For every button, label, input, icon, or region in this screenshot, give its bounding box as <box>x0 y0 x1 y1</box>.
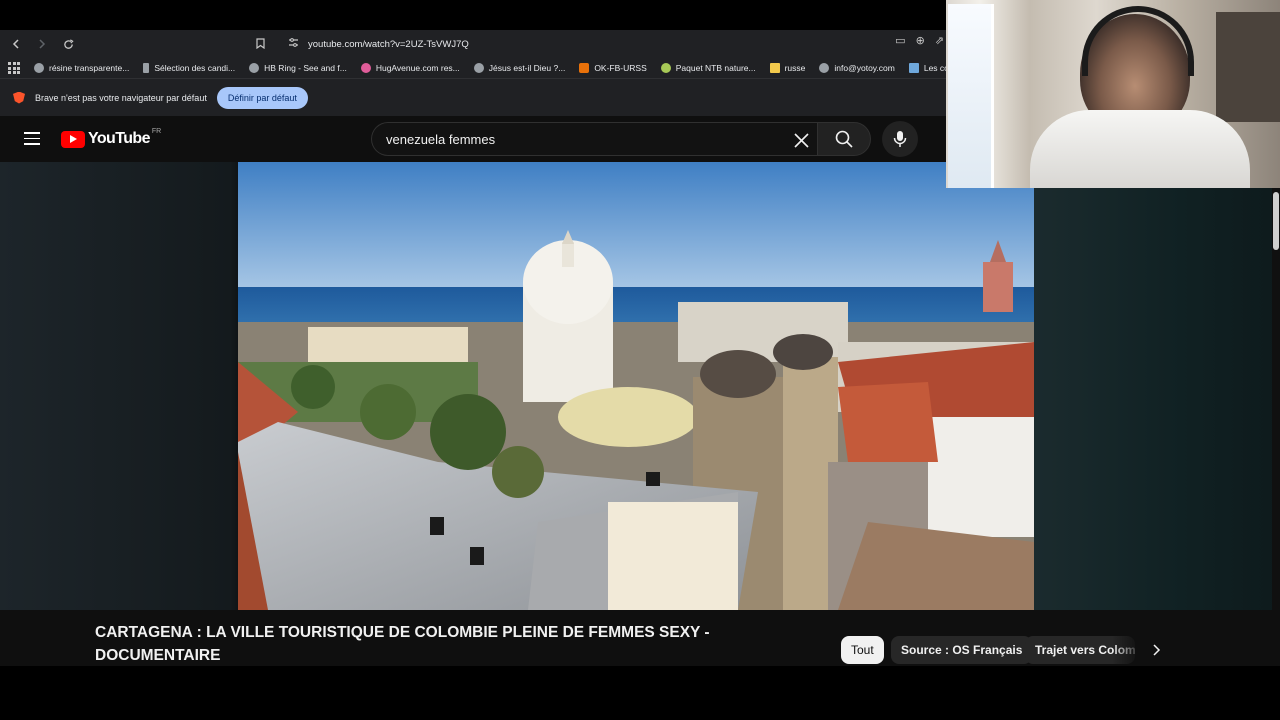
favicon-icon <box>34 63 44 73</box>
search-icon <box>835 130 853 148</box>
webcam-overlay <box>946 0 1280 188</box>
webcam-shelf <box>1216 12 1280 122</box>
bookmark-item[interactable]: résine transparente... <box>34 63 129 73</box>
bookmark-folder[interactable]: russe <box>769 63 805 73</box>
back-button[interactable] <box>6 34 26 54</box>
reload-icon <box>63 38 74 49</box>
set-default-button[interactable]: Définir par défaut <box>216 86 308 109</box>
folder-icon <box>769 63 780 73</box>
chip-fade <box>1112 636 1142 664</box>
back-arrow-icon <box>12 39 19 49</box>
share-icon[interactable]: ⇗ <box>935 34 944 47</box>
webcam-person-body <box>1030 110 1250 188</box>
favicon-icon <box>908 63 919 73</box>
chips-next-button[interactable] <box>1144 638 1168 662</box>
infobar-text: Brave n'est pas votre navigateur par déf… <box>35 92 207 103</box>
reload-button[interactable] <box>58 34 78 54</box>
top-black-strip <box>0 0 946 30</box>
clear-search-icon[interactable] <box>789 128 813 152</box>
browser-toolbar: youtube.com/watch?v=2UZ-TsVWJ7Q ▭ ⊕ ⇗ <box>0 30 946 58</box>
bookmark-item[interactable]: OK-FB-URSS <box>579 63 647 73</box>
search-query: venezuela femmes <box>386 132 496 147</box>
bookmark-item[interactable]: HB Ring - See and f... <box>249 63 347 73</box>
youtube-logo[interactable]: YouTube FR <box>61 127 162 148</box>
page-scrollbar-track[interactable] <box>1272 188 1280 610</box>
bookmark-item[interactable]: Jésus est-il Dieu ?... <box>473 63 565 73</box>
favicon-icon <box>360 63 371 73</box>
apps-grid-icon[interactable] <box>8 61 20 75</box>
forward-button[interactable] <box>32 34 52 54</box>
bookmarks-bar: résine transparente... Sélection des can… <box>0 58 946 78</box>
bottom-black-strip <box>0 666 1280 720</box>
youtube-play-icon <box>61 130 85 148</box>
video-frame <box>238 162 1034 610</box>
address-bar-actions: ▭ ⊕ ⇗ <box>895 34 944 47</box>
logo-wordmark: YouTube <box>88 130 150 147</box>
chevron-right-icon <box>1153 644 1161 656</box>
favicon-icon <box>819 63 830 73</box>
cast-icon[interactable]: ▭ <box>895 34 905 47</box>
address-bar[interactable]: youtube.com/watch?v=2UZ-TsVWJ7Q ▭ ⊕ ⇗ <box>256 34 946 54</box>
menu-icon[interactable] <box>24 132 40 145</box>
favicon-icon <box>473 63 484 73</box>
bookmark-item[interactable]: Les concours d'aute... <box>908 63 946 73</box>
video-title: CARTAGENA : LA VILLE TOURISTIQUE DE COLO… <box>95 624 710 664</box>
favicon-icon <box>143 63 150 73</box>
search-input[interactable]: venezuela femmes <box>371 122 817 156</box>
voice-search-button[interactable] <box>882 121 918 157</box>
headset-icon <box>1082 6 1194 76</box>
forward-arrow-icon <box>39 39 46 49</box>
bookmark-item[interactable]: info@yotoy.com <box>819 63 895 73</box>
default-browser-infobar: Brave n'est pas votre navigateur par déf… <box>0 78 946 116</box>
favicon-icon <box>249 63 260 73</box>
country-code: FR <box>151 127 162 135</box>
chip-all[interactable]: Tout <box>841 636 884 664</box>
bookmark-icon[interactable] <box>256 37 274 52</box>
site-settings-icon[interactable] <box>288 38 302 50</box>
microphone-icon <box>893 131 907 147</box>
favicon-icon <box>579 63 590 73</box>
webcam-window-background <box>948 4 994 188</box>
page-scrollbar-thumb[interactable] <box>1273 192 1279 250</box>
search-button[interactable] <box>817 122 871 156</box>
bookmark-item[interactable]: HugAvenue.com res... <box>360 63 460 73</box>
url-text: youtube.com/watch?v=2UZ-TsVWJ7Q <box>308 38 469 50</box>
zoom-icon[interactable]: ⊕ <box>916 34 925 47</box>
favicon-icon <box>660 63 671 73</box>
brave-lion-icon <box>13 91 25 104</box>
bookmark-item[interactable]: Paquet NTB nature... <box>660 63 756 73</box>
ambient-glow-right <box>1034 188 1280 610</box>
chip-source[interactable]: Source : OS Français <box>891 636 1033 664</box>
video-player[interactable] <box>238 162 1034 610</box>
bookmark-item[interactable]: Sélection des candi... <box>143 63 235 73</box>
